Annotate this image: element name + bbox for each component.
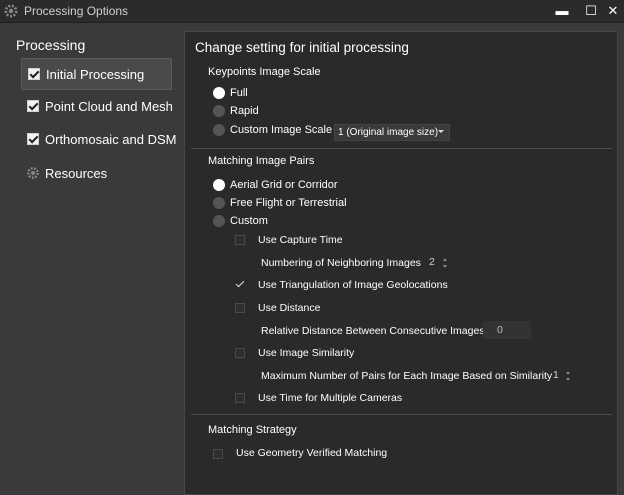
radio-custom-image-scale-label: Custom Image Scale	[230, 124, 333, 136]
point-cloud-checkbox[interactable]	[27, 100, 39, 112]
keypoints-group-title: Keypoints Image Scale	[208, 66, 321, 78]
sidebar-item-label: Point Cloud and Mesh	[45, 99, 173, 114]
matching-pairs-group-title: Matching Image Pairs	[208, 155, 315, 167]
spin-down-icon[interactable]	[566, 378, 570, 381]
initial-processing-checkbox[interactable]	[28, 68, 40, 80]
max-pairs-spinbox[interactable]: 1	[550, 367, 576, 385]
radio-rapid[interactable]	[213, 105, 225, 117]
use-time-multiple-cameras-label: Use Time for Multiple Cameras	[258, 392, 403, 404]
neighboring-images-spinbox[interactable]: 2	[426, 254, 452, 272]
orthomosaic-checkbox[interactable]	[27, 133, 39, 145]
use-image-similarity-checkbox[interactable]	[235, 348, 245, 358]
use-capture-time-label: Use Capture Time	[258, 234, 343, 246]
spin-up-icon[interactable]	[443, 258, 447, 261]
gear-icon	[27, 167, 39, 179]
geometry-verified-checkbox[interactable]	[213, 449, 223, 459]
custom-image-scale-value: 1 (Original image size)	[338, 127, 439, 138]
title-bar: Processing Options ▬ ☐ ✕	[0, 0, 624, 23]
matching-strategy-group-title: Matching Strategy	[208, 424, 297, 436]
matching-strategy-group: Matching Strategy Use Geometry Verified …	[191, 413, 612, 495]
relative-distance-label: Relative Distance Between Consecutive Im…	[261, 325, 485, 337]
settings-panel: Change setting for initial processing Ke…	[184, 31, 618, 495]
use-triangulation-label: Use Triangulation of Image Geolocations	[258, 279, 448, 291]
radio-full[interactable]	[213, 87, 225, 99]
matching-pairs-group: Matching Image Pairs Aerial Grid or Corr…	[191, 147, 612, 415]
sidebar-item-point-cloud-and-mesh[interactable]: Point Cloud and Mesh	[21, 91, 173, 123]
radio-rapid-label: Rapid	[230, 105, 259, 117]
use-image-similarity-label: Use Image Similarity	[258, 347, 355, 359]
window-title: Processing Options	[24, 4, 129, 18]
radio-free-flight[interactable]	[213, 197, 225, 209]
radio-aerial-grid[interactable]	[213, 179, 225, 191]
max-pairs-value: 1	[553, 369, 559, 381]
sidebar: Processing Initial Processing Point Clou…	[0, 23, 184, 495]
radio-custom-image-scale[interactable]	[213, 124, 225, 136]
radio-custom-label: Custom	[230, 215, 268, 227]
use-distance-checkbox[interactable]	[235, 303, 245, 313]
use-time-multiple-cameras-checkbox[interactable]	[235, 393, 245, 403]
spin-up-icon[interactable]	[566, 371, 570, 374]
relative-distance-input[interactable]: 0	[483, 321, 531, 339]
radio-custom[interactable]	[213, 215, 225, 227]
minimize-button[interactable]: ▬	[547, 0, 577, 22]
sidebar-item-label: Resources	[45, 166, 108, 181]
custom-image-scale-dropdown[interactable]: 1 (Original image size)	[334, 124, 450, 141]
neighboring-images-value: 2	[429, 256, 435, 268]
sidebar-item-label: Orthomosaic and DSM	[45, 132, 177, 147]
use-triangulation-checkbox[interactable]	[235, 279, 245, 289]
max-pairs-label: Maximum Number of Pairs for Each Image B…	[261, 370, 553, 382]
geometry-verified-label: Use Geometry Verified Matching	[236, 447, 388, 459]
sidebar-item-initial-processing[interactable]: Initial Processing	[21, 58, 172, 90]
spin-down-icon[interactable]	[443, 265, 447, 268]
panel-title: Change setting for initial processing	[195, 40, 409, 55]
use-capture-time-checkbox[interactable]	[235, 235, 245, 245]
sidebar-item-resources[interactable]: Resources	[21, 158, 172, 190]
sidebar-heading: Processing	[16, 37, 86, 53]
chevron-down-icon	[438, 130, 444, 133]
use-distance-label: Use Distance	[258, 302, 321, 314]
relative-distance-value: 0	[497, 324, 503, 336]
radio-free-flight-label: Free Flight or Terrestrial	[230, 197, 347, 209]
radio-full-label: Full	[230, 87, 248, 99]
sidebar-item-orthomosaic-and-dsm[interactable]: Orthomosaic and DSM	[21, 124, 177, 156]
sidebar-item-label: Initial Processing	[46, 67, 145, 82]
gear-icon	[4, 4, 18, 18]
neighboring-images-label: Numbering of Neighboring Images	[261, 257, 421, 269]
radio-aerial-grid-label: Aerial Grid or Corridor	[230, 179, 338, 191]
close-button[interactable]: ✕	[598, 0, 624, 22]
